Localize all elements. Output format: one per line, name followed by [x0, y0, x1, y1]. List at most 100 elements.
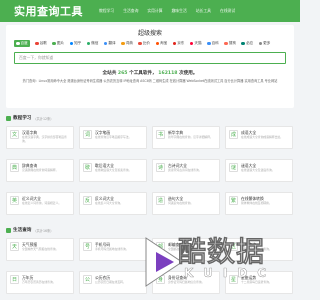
engine-label: 天猫 [194, 41, 202, 45]
tool-icon: 书 [156, 130, 165, 139]
search-engine-tab[interactable]: 必应 [241, 40, 253, 47]
search-engine-tab[interactable]: 谷歌 [35, 40, 47, 47]
engine-icon [172, 41, 177, 46]
engine-icon [121, 41, 125, 46]
tool-card[interactable]: 日万年历 万年历农历黄历在线查询。 [6, 271, 74, 294]
search-engine-tab[interactable]: 知乎 [69, 40, 81, 47]
search-title: 超级搜索 [137, 30, 162, 37]
engine-label: 比价 [142, 41, 150, 45]
hot-links[interactable]: 热门查询：Linux常用命令大全 港澳台身份证号码生成器 公历农历互转 IP地址… [6, 78, 294, 83]
engine-icon [16, 41, 20, 46]
nav-item[interactable]: 教程学习 [99, 8, 114, 14]
search-engine-tab[interactable]: 百科 [207, 40, 219, 47]
search-engine-tab[interactable]: 更多 [258, 40, 271, 47]
tool-card[interactable]: 反反义词大全 在线反义词大全查询。 [79, 192, 147, 215]
tool-icon: 公 [83, 275, 92, 284]
tool-icon: 繁 [229, 196, 238, 205]
engine-icon [258, 41, 263, 46]
tool-card[interactable]: 繁在线繁体转换 简体繁体在线互相转换。 [225, 192, 293, 215]
tool-card[interactable]: 成成语大全 在线成语大全查询成语解释出处。 [225, 126, 293, 149]
tool-count: 265 [117, 71, 128, 76]
nav-item[interactable]: 站长工具 [196, 8, 211, 14]
tool-card[interactable]: 谜谜语大全 在线谜语大全及谜底查询。 [225, 159, 293, 182]
tool-card[interactable]: 诗古诗词大全 唐诗宋词古诗词在线查询。 [152, 159, 220, 182]
usage-count: 162118 [158, 71, 178, 76]
site-logo[interactable]: 实用查询工具 [14, 3, 83, 19]
nav-item[interactable]: 实用计算 [147, 8, 162, 14]
search-engine-tab[interactable]: 图片 [52, 40, 64, 47]
engine-label: 京东 [177, 41, 185, 45]
tool-icon: 英 [10, 196, 19, 205]
nav-item[interactable]: 趣味生活 [172, 8, 187, 14]
engine-icon [52, 41, 56, 46]
engine-icon [103, 41, 108, 46]
tool-description: 全国城市天气预报在线查询。 [22, 247, 59, 251]
engine-icon [189, 41, 194, 46]
tool-icon: 反 [83, 196, 92, 205]
engine-label: 词典 [125, 41, 133, 45]
tool-card[interactable]: 典辞典查询 汉语辞典在线查询词语解释。 [6, 159, 74, 182]
search-input[interactable]: 百度一下，你就知道 [14, 52, 286, 64]
section-count: （共计16条） [33, 228, 54, 233]
tool-card[interactable]: 天天气预报 全国城市天气预报在线查询。 [6, 238, 74, 261]
search-engine-tab[interactable]: 京东 [172, 40, 185, 47]
section-icon [6, 227, 11, 233]
search-panel: 超级搜索 百度 谷歌 图片 知乎 微信 翻译 词典 比价 淘宝 京东 天猫 百科 搜狗 必应 更多 百度一下… [6, 25, 294, 108]
tool-card[interactable]: 词汉字笔画 在线查询汉字笔画顺序写法。 [79, 126, 147, 149]
engine-icon [69, 41, 74, 46]
tool-card[interactable]: 书新华字典 新华字典在线查询，汉字详细解释。 [152, 126, 220, 149]
tool-card[interactable]: 文汉语字典 在线汉语字典，汉字拼音部首笔画查询。 [6, 126, 74, 149]
search-engine-tab[interactable]: 微信 [86, 40, 98, 47]
engine-label: 更多 [263, 41, 271, 45]
tool-description: 在线歇后语大全及答案查询。 [95, 168, 132, 172]
engine-icon [155, 41, 159, 46]
tool-card[interactable]: 公公历农历 公历农历日期在线互转。 [79, 271, 147, 294]
tool-description: 唐诗宋词古诗词在线查询。 [168, 168, 202, 172]
tool-description: 在线汉语字典，汉字拼音部首笔画查询。 [22, 135, 67, 143]
tool-card[interactable]: 歇歇后语大全 在线歇后语大全及答案查询。 [79, 159, 147, 182]
tool-description: 在线查询汉字笔画顺序写法。 [95, 135, 132, 139]
engine-label: 必应 [245, 41, 254, 45]
tool-icon: 造 [156, 196, 165, 205]
tool-description: 词语造句在线查询。 [168, 201, 194, 205]
tool-description: 简体繁体在线互相转换。 [241, 201, 272, 205]
tool-icon: 文 [10, 130, 19, 139]
tool-description: 在线反义词大全查询。 [95, 201, 123, 205]
tool-card[interactable]: 英近义词大全 在线近义词查询，词语相近义。 [6, 192, 74, 215]
tool-icon: 谜 [229, 163, 238, 172]
tool-description: 新华字典在线查询，汉字详细解释。 [168, 135, 213, 139]
search-engine-tab[interactable]: 比价 [138, 40, 150, 47]
search-engine-tab[interactable]: 翻译 [103, 40, 116, 47]
tool-card[interactable]: 造造句大全 词语造句在线查询。 [152, 192, 220, 215]
tool-icon: 典 [10, 163, 19, 172]
section-header-tutorials: 教程学习 （共计12条） [6, 112, 294, 124]
engine-label: 谷歌 [39, 41, 47, 45]
site-stats: 全站共 265 个工具软件， 162118 次使用。 [6, 70, 294, 76]
tool-card[interactable]: 号手机号码 手机号码归属地在线查询。 [79, 238, 147, 261]
stats-middle: 个工具软件， [129, 71, 157, 76]
engine-label: 图片 [56, 41, 65, 45]
tool-description: 在线近义词查询，词语相近义。 [22, 201, 62, 205]
nav-item[interactable]: 生活查询 [123, 8, 138, 14]
tool-description: 在线谜语大全及谜底查询。 [241, 168, 275, 172]
search-engine-tab[interactable]: 搜狗 [224, 40, 236, 47]
watermark-subtitle: KUIDC [184, 266, 277, 280]
tool-description: 万年历农历黄历在线查询。 [22, 280, 56, 284]
tool-grid-tutorials: 文汉语字典 在线汉语字典，汉字拼音部首笔画查询。词汉字笔画 在线查询汉字笔画顺序写法… [6, 126, 294, 222]
engine-label: 翻译 [108, 41, 116, 45]
search-engine-tab[interactable]: 天猫 [189, 40, 202, 47]
engine-icon [86, 41, 91, 46]
engine-label: 百度 [20, 41, 28, 45]
tool-icon: 号 [83, 242, 92, 251]
search-engine-tab[interactable]: 淘宝 [155, 40, 167, 47]
nav-item[interactable]: 在线测试 [220, 8, 235, 14]
stats-suffix: 次使用。 [179, 71, 198, 76]
section-icon [6, 115, 11, 121]
tool-icon: 词 [83, 130, 92, 139]
search-engine-tabs: 百度 谷歌 图片 知乎 微信 翻译 词典 比价 淘宝 京东 天猫 百科 搜狗 必应 更多 [14, 40, 276, 47]
search-engine-tab[interactable]: 百度 [14, 40, 30, 47]
section-title: 生活查询 [13, 228, 32, 233]
tool-icon: 诗 [156, 163, 165, 172]
section-title: 教程学习 [13, 116, 32, 121]
search-engine-tab[interactable]: 词典 [121, 40, 133, 47]
